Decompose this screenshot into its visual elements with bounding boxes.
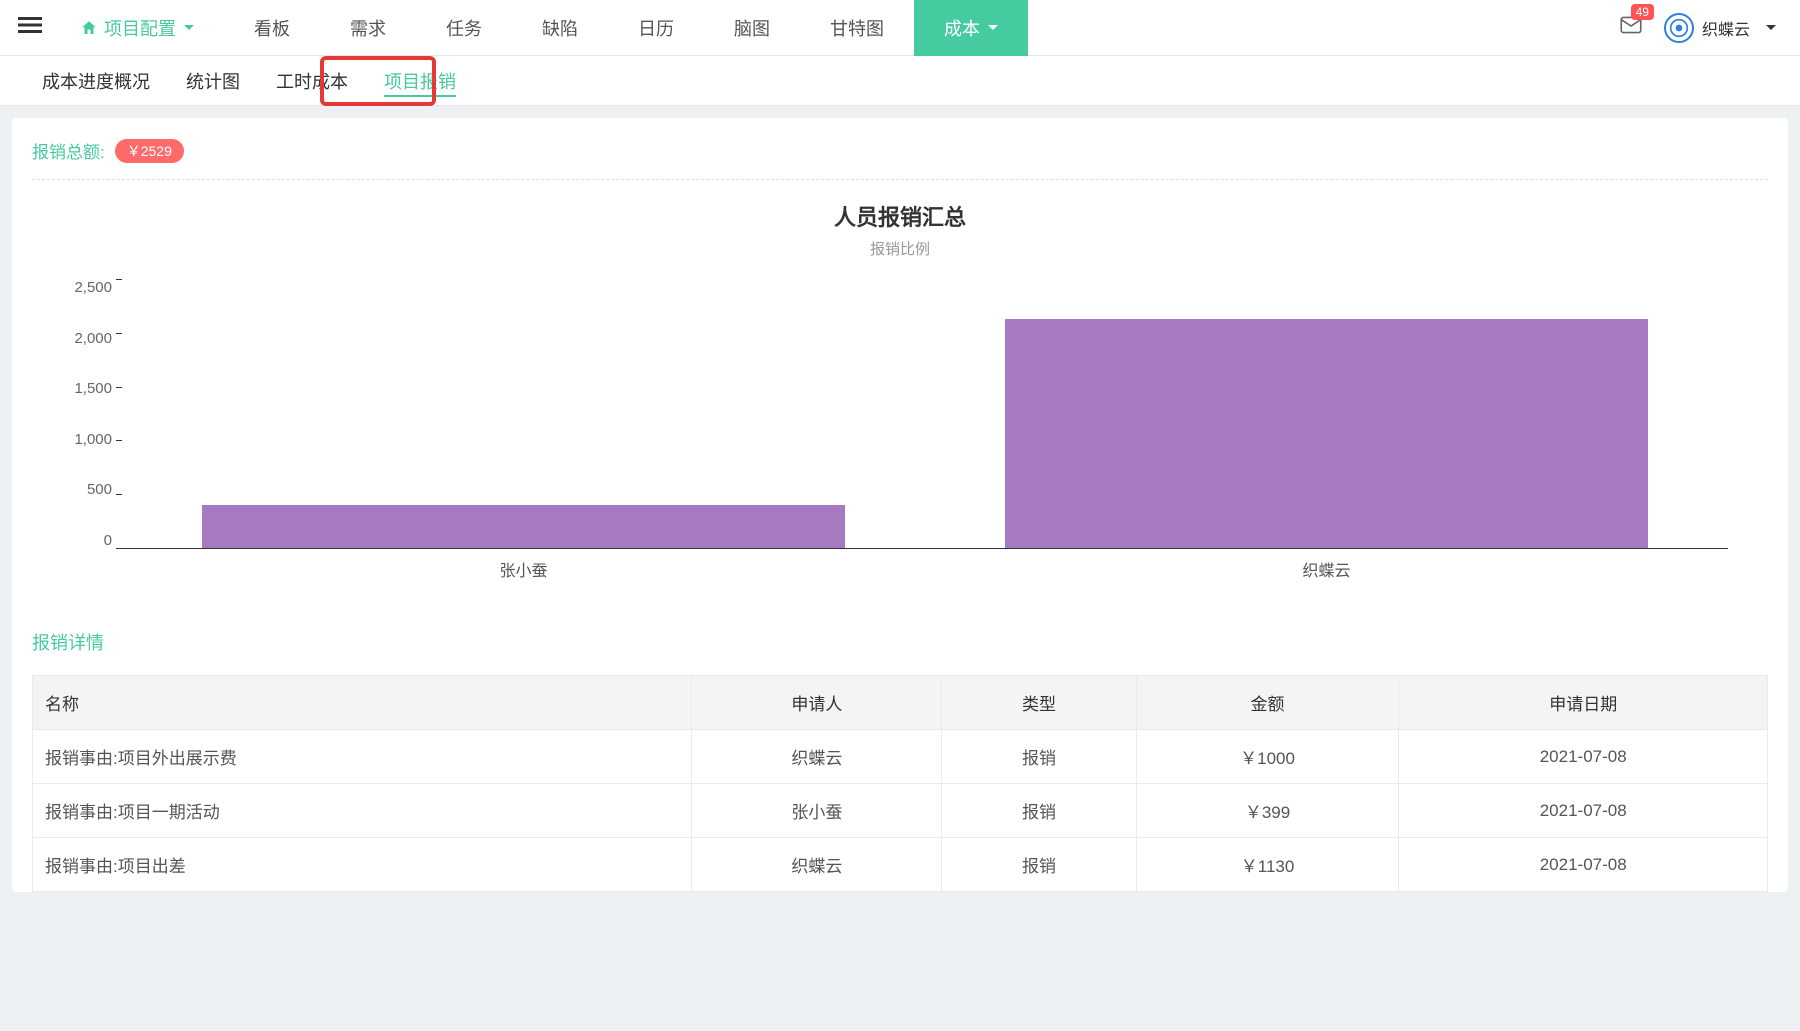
table-cell: 报销事由:项目一期活动 [33,784,692,838]
nav-item-label: 甘特图 [830,15,884,41]
table-cell: 织蝶云 [692,838,942,892]
nav-item-7[interactable]: 成本 [914,0,1028,56]
subnav-item-3[interactable]: 项目报销 [366,56,474,105]
chart-y-axis: 2,500 2,000 1,500 1,000 500 0 [52,279,112,549]
nav-item-1[interactable]: 需求 [320,0,416,56]
chart: 2,5002,0001,5001,0005000 张小蚕织蝶云 [122,279,1728,579]
table-cell: 报销事由:项目出差 [33,838,692,892]
nav-item-3[interactable]: 缺陷 [512,0,608,56]
top-right: 49 织蝶云 [1618,12,1800,43]
y-tick-label: 2,000 [52,330,112,347]
table-cell: 报销 [942,730,1136,784]
nav-item-5[interactable]: 脑图 [704,0,800,56]
table-cell: 2021-07-08 [1399,730,1768,784]
notification-button[interactable]: 49 [1618,12,1644,43]
chart-title: 人员报销汇总 [32,200,1768,232]
table-row[interactable]: 报销事由:项目出差织蝶云报销￥11302021-07-08 [33,838,1768,892]
avatar [1664,13,1694,43]
chart-subtitle: 报销比例 [32,238,1768,259]
nav-project-config-label: 项目配置 [104,15,176,41]
table-cell: 张小蚕 [692,784,942,838]
nav-item-6[interactable]: 甘特图 [800,0,914,56]
nav-item-label: 需求 [350,15,386,41]
table-header: 金额 [1136,676,1399,730]
chart-bar[interactable] [1005,319,1647,548]
y-tick-label: 1,500 [52,380,112,397]
nav-item-label: 看板 [254,15,290,41]
subnav-item-1[interactable]: 统计图 [168,56,258,105]
nav-project-config[interactable]: 项目配置 [50,0,224,56]
table-cell: 织蝶云 [692,730,942,784]
home-icon [80,19,98,37]
nav-item-0[interactable]: 看板 [224,0,320,56]
table-cell: 报销 [942,838,1136,892]
y-tick-label: 0 [52,532,112,549]
hamburger-menu[interactable] [10,0,50,56]
table-cell: 报销事由:项目外出展示费 [33,730,692,784]
x-tick-label: 张小蚕 [122,551,925,579]
content-card: 报销总额: ￥2529 人员报销汇总 报销比例 2,5002,0001,5001… [12,118,1788,892]
x-tick-label: 织蝶云 [925,551,1728,579]
nav-item-label: 缺陷 [542,15,578,41]
details-title: 报销详情 [32,629,1768,655]
y-tick-label: 1,000 [52,431,112,448]
y-tick-label: 2,500 [52,279,112,296]
table-cell: 2021-07-08 [1399,838,1768,892]
chart-bar[interactable] [202,505,844,548]
chevron-down-icon [1766,25,1776,30]
top-bar: 项目配置 看板 需求 任务 缺陷 日历 脑图 甘特图 成本 49 织蝶云 [0,0,1800,56]
table-cell: ￥399 [1136,784,1399,838]
chevron-down-icon [184,25,194,30]
mail-icon [1618,25,1644,42]
nav-item-label: 日历 [638,15,674,41]
subnav-item-0[interactable]: 成本进度概况 [24,56,168,105]
bar-slot [925,279,1728,548]
table-header: 类型 [942,676,1136,730]
table-cell: 报销 [942,784,1136,838]
table-cell: ￥1000 [1136,730,1399,784]
nav-item-label: 脑图 [734,15,770,41]
hamburger-icon [18,13,42,42]
table-header: 申请人 [692,676,942,730]
chart-x-axis: 张小蚕织蝶云 [122,551,1728,579]
table-cell: 2021-07-08 [1399,784,1768,838]
nav-item-2[interactable]: 任务 [416,0,512,56]
subnav-item-label: 项目报销 [384,68,456,94]
total-label: 报销总额: [32,138,105,163]
user-menu[interactable]: 织蝶云 [1664,13,1776,43]
subnav-item-label: 统计图 [186,68,240,94]
chart-plot [122,279,1728,549]
chevron-down-icon [988,25,998,30]
table-row[interactable]: 报销事由:项目外出展示费织蝶云报销￥10002021-07-08 [33,730,1768,784]
table-row[interactable]: 报销事由:项目一期活动张小蚕报销￥3992021-07-08 [33,784,1768,838]
subnav-item-label: 工时成本 [276,68,348,94]
main-nav: 项目配置 看板 需求 任务 缺陷 日历 脑图 甘特图 成本 [50,0,1618,56]
table-header: 名称 [33,676,692,730]
notification-badge: 49 [1631,4,1654,20]
y-tick-label: 500 [52,481,112,498]
total-row: 报销总额: ￥2529 [32,138,1768,180]
nav-item-4[interactable]: 日历 [608,0,704,56]
bar-slot [122,279,925,548]
total-badge: ￥2529 [115,139,184,163]
nav-item-label: 成本 [944,15,980,41]
sub-nav: 成本进度概况 统计图 工时成本 项目报销 [0,56,1800,106]
subnav-item-2[interactable]: 工时成本 [258,56,366,105]
table-cell: ￥1130 [1136,838,1399,892]
subnav-item-label: 成本进度概况 [42,68,150,94]
table-header: 申请日期 [1399,676,1768,730]
nav-item-label: 任务 [446,15,482,41]
details-table: 名称申请人类型金额申请日期 报销事由:项目外出展示费织蝶云报销￥10002021… [32,675,1768,892]
user-name: 织蝶云 [1702,16,1750,40]
